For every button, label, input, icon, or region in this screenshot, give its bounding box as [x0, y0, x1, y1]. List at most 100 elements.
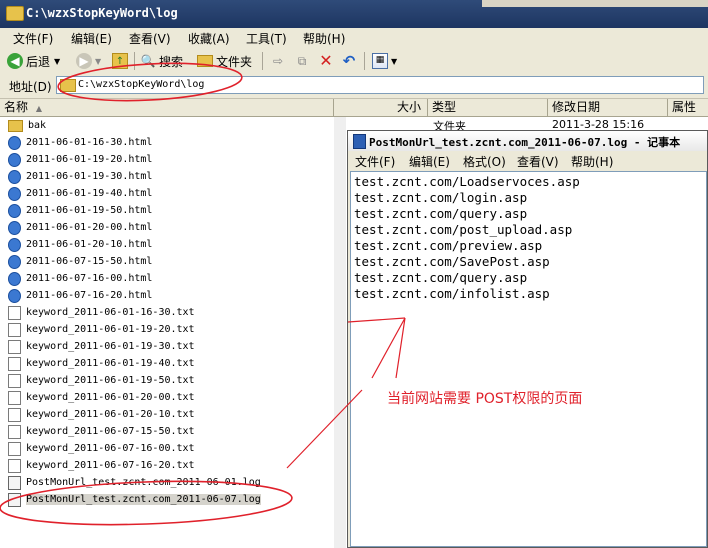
menu-bar: 文件(F) 编辑(E) 查看(V) 收藏(A) 工具(T) 帮助(H) — [0, 28, 708, 49]
file-row[interactable]: keyword_2011-06-01-20-00.txt — [8, 389, 195, 406]
file-row[interactable]: 2011-06-01-19-30.html — [8, 168, 152, 185]
file-row[interactable]: keyword_2011-06-01-19-20.txt — [8, 321, 195, 338]
html-file-icon — [8, 169, 21, 184]
html-file-icon — [8, 152, 21, 167]
move-to-button[interactable]: ⇨ — [270, 52, 289, 70]
column-header-modified[interactable]: 修改日期 — [548, 99, 668, 116]
file-row[interactable]: 2011-06-01-20-10.html — [8, 236, 152, 253]
folders-button[interactable]: 文件夹 — [197, 52, 252, 70]
notepad-line: test.zcnt.com/Loadservoces.asp — [354, 174, 580, 189]
delete-button[interactable]: ✕ — [318, 52, 337, 70]
back-button[interactable]: ◀ 后退 ▼ — [7, 52, 60, 70]
file-row[interactable]: keyword_2011-06-07-15-50.txt — [8, 423, 195, 440]
file-row[interactable]: keyword_2011-06-07-16-20.txt — [8, 457, 195, 474]
file-name: keyword_2011-06-01-19-40.txt — [26, 358, 195, 369]
notepad-menu-bar: 文件(F) 编辑(E) 格式(O) 查看(V) 帮助(H) — [348, 151, 707, 170]
file-row[interactable]: 2011-06-01-19-50.html — [8, 202, 152, 219]
notepad-title-bar[interactable]: PostMonUrl_test.zcnt.com_2011-06-07.log … — [348, 131, 707, 152]
menu-help[interactable]: 帮助(H) — [303, 30, 345, 47]
file-name: 2011-06-01-19-20.html — [26, 154, 153, 165]
file-row[interactable]: keyword_2011-06-01-16-30.txt — [8, 304, 195, 321]
notepad-window[interactable]: PostMonUrl_test.zcnt.com_2011-06-07.log … — [347, 130, 708, 548]
column-header-size[interactable]: 大小 — [334, 99, 428, 116]
copy-to-button[interactable]: ⧉ — [294, 52, 313, 70]
file-name: 2011-06-01-16-30.html — [26, 137, 153, 148]
file-row[interactable]: 2011-06-01-16-30.html — [8, 134, 152, 151]
file-row[interactable]: 2011-06-07-16-00.html — [8, 270, 152, 287]
folders-icon — [197, 55, 213, 67]
address-label: 地址(D) — [9, 80, 52, 94]
text-file-icon — [8, 356, 21, 371]
folder-icon — [60, 79, 76, 92]
up-folder-icon: ↑ — [112, 53, 128, 69]
folder-row-bak[interactable]: bak — [8, 117, 46, 134]
notepad-line: test.zcnt.com/post_upload.asp — [354, 222, 573, 237]
column-header-attributes[interactable]: 属性 — [668, 99, 708, 116]
notepad-menu-view[interactable]: 查看(V) — [517, 153, 559, 170]
search-button[interactable]: 🔍 搜索 — [140, 52, 184, 70]
address-field[interactable]: C:\wzxStopKeyWord\log — [56, 76, 704, 94]
menu-favorites[interactable]: 收藏(A) — [188, 30, 230, 47]
file-row[interactable]: keyword_2011-06-01-20-10.txt — [8, 406, 195, 423]
back-arrow-icon: ◀ — [7, 53, 23, 69]
notepad-menu-format[interactable]: 格式(O) — [463, 153, 506, 170]
move-to-icon: ⇨ — [272, 54, 284, 68]
search-icon: 🔍 — [140, 54, 156, 68]
annotation-text: 当前网站需要 POST权限的页面 — [387, 391, 583, 407]
text-file-icon — [8, 407, 21, 422]
file-row[interactable]: keyword_2011-06-07-16-00.txt — [8, 440, 195, 457]
up-folder-button[interactable]: ↑ — [112, 52, 131, 70]
dropdown-arrow-icon[interactable]: ▼ — [391, 57, 397, 66]
folder-icon — [6, 6, 24, 21]
html-file-icon — [8, 135, 21, 150]
notepad-menu-edit[interactable]: 编辑(E) — [409, 153, 450, 170]
toolbar-separator — [262, 52, 263, 70]
file-row[interactable]: keyword_2011-06-01-19-40.txt — [8, 355, 195, 372]
html-file-icon — [8, 271, 21, 286]
notepad-text-area[interactable]: test.zcnt.com/Loadservoces.asp test.zcnt.… — [350, 171, 707, 547]
file-row[interactable]: PostMonUrl_test.zcnt.com_2011-06-07.log — [8, 491, 261, 508]
dropdown-arrow-icon[interactable]: ▼ — [54, 57, 60, 66]
forward-button[interactable]: ▶ ▼ — [76, 52, 101, 70]
text-file-icon — [8, 305, 21, 320]
views-button[interactable]: ▦ ▼ — [372, 52, 397, 70]
folder-icon — [8, 119, 23, 132]
undo-icon: ↶ — [342, 52, 356, 70]
file-row[interactable]: 2011-06-01-19-40.html — [8, 185, 152, 202]
sort-ascending-icon: ▲ — [35, 104, 42, 113]
copy-to-icon: ⧉ — [297, 54, 307, 68]
file-row[interactable]: keyword_2011-06-01-19-50.txt — [8, 372, 195, 389]
file-row[interactable]: 2011-06-01-20-00.html — [8, 219, 152, 236]
menu-edit[interactable]: 编辑(E) — [71, 30, 112, 47]
html-file-icon — [8, 186, 21, 201]
dropdown-arrow-icon[interactable]: ▼ — [95, 57, 101, 66]
notepad-title: PostMonUrl_test.zcnt.com_2011-06-07.log … — [369, 136, 681, 149]
column-header-name[interactable]: 名称 ▲ — [0, 99, 334, 116]
back-label: 后退 — [26, 54, 51, 69]
file-name: 2011-06-01-19-50.html — [26, 205, 153, 216]
menu-file[interactable]: 文件(F) — [13, 30, 53, 47]
file-row[interactable]: 2011-06-07-15-50.html — [8, 253, 152, 270]
file-row[interactable]: keyword_2011-06-01-19-30.txt — [8, 338, 195, 355]
undo-button[interactable]: ↶ — [341, 52, 360, 70]
file-name: keyword_2011-06-01-20-00.txt — [26, 392, 195, 403]
file-row[interactable]: PostMonUrl_test.zcnt.com_2011-06-01.log — [8, 474, 261, 491]
delete-x-icon: ✕ — [319, 51, 333, 70]
file-row[interactable]: 2011-06-07-16-20.html — [8, 287, 152, 304]
file-row[interactable]: 2011-06-01-19-20.html — [8, 151, 152, 168]
file-name: 2011-06-01-20-10.html — [26, 239, 153, 250]
text-file-icon — [8, 424, 21, 439]
menu-tools[interactable]: 工具(T) — [246, 30, 287, 47]
toolbar: ◀ 后退 ▼ ▶ ▼ ↑ 🔍 搜索 文件夹 ⇨ ⧉ ✕ ↶ ▦ ▼ — [0, 48, 708, 75]
html-file-icon — [8, 203, 21, 218]
toolbar-separator — [134, 52, 135, 70]
notepad-menu-help[interactable]: 帮助(H) — [571, 153, 613, 170]
file-name: keyword_2011-06-01-20-10.txt — [26, 409, 195, 420]
notepad-line: test.zcnt.com/infolist.asp — [354, 286, 550, 301]
background-window-strip — [482, 0, 708, 7]
notepad-menu-file[interactable]: 文件(F) — [355, 153, 395, 170]
file-name: keyword_2011-06-01-19-20.txt — [26, 324, 195, 335]
column-header-type[interactable]: 类型 — [428, 99, 548, 116]
menu-view[interactable]: 查看(V) — [129, 30, 171, 47]
address-value: C:\wzxStopKeyWord\log — [78, 79, 205, 90]
